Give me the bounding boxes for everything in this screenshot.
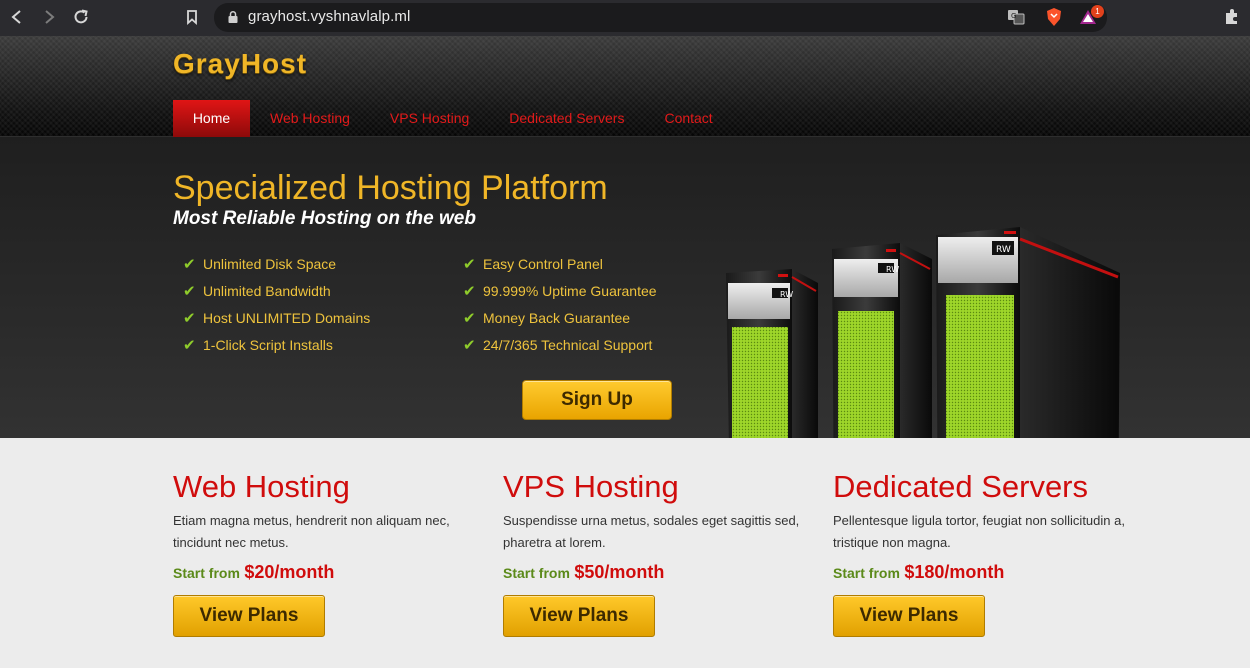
- feature-label: 99.999% Uptime Guarantee: [483, 282, 657, 299]
- feature-label: Money Back Guarantee: [483, 309, 631, 326]
- check-icon: ✔: [463, 309, 476, 327]
- feature-item: ✔ Unlimited Bandwidth: [173, 277, 370, 304]
- price-value: $180/month: [904, 562, 1005, 582]
- main-nav: Home Web Hosting VPS Hosting Dedicated S…: [173, 100, 733, 137]
- feature-label: Host UNLIMITED Domains: [203, 309, 371, 326]
- nav-item-home[interactable]: Home: [173, 100, 250, 137]
- check-icon: ✔: [183, 255, 196, 273]
- reload-icon[interactable]: [69, 6, 93, 28]
- rewards-badge: 1: [1091, 5, 1104, 18]
- plan-title: Web Hosting: [173, 469, 350, 504]
- feature-label: 1-Click Script Installs: [203, 336, 333, 353]
- price-value: $20/month: [244, 562, 335, 582]
- price-value: $50/month: [574, 562, 665, 582]
- check-icon: ✔: [463, 336, 476, 354]
- hero-banner: Specialized Hosting Platform Most Reliab…: [0, 137, 1250, 438]
- translate-icon[interactable]: G: [1006, 7, 1026, 27]
- view-plans-button[interactable]: View Plans: [503, 595, 655, 637]
- check-icon: ✔: [183, 309, 196, 327]
- plan-price: Start from $20/month: [173, 562, 334, 583]
- price-label: Start from: [833, 565, 900, 581]
- url-text: grayhost.vyshnavlalp.ml: [248, 8, 411, 25]
- server-badge: RW: [780, 290, 793, 299]
- plan-price: Start from $180/month: [833, 562, 1004, 583]
- feature-label: Easy Control Panel: [483, 255, 603, 272]
- feature-item: ✔ Host UNLIMITED Domains: [173, 304, 370, 331]
- feature-label: Unlimited Bandwidth: [203, 282, 331, 299]
- nav-item-vps-hosting[interactable]: VPS Hosting: [370, 100, 489, 137]
- feature-item: ✔ 99.999% Uptime Guarantee: [453, 277, 657, 304]
- hero-subtitle: Most Reliable Hosting on the web: [173, 208, 476, 229]
- browser-toolbar: grayhost.vyshnavlalp.ml G 1: [0, 0, 1250, 36]
- server-badge: RW: [996, 245, 1011, 255]
- bookmark-icon[interactable]: [180, 6, 204, 28]
- server-tower-left: [726, 269, 818, 438]
- server-tower-middle: [832, 243, 932, 438]
- price-label: Start from: [173, 565, 240, 581]
- nav-item-web-hosting[interactable]: Web Hosting: [250, 100, 370, 137]
- forward-icon[interactable]: [37, 6, 61, 28]
- back-icon[interactable]: [5, 6, 29, 28]
- plan-title: VPS Hosting: [503, 469, 679, 504]
- address-bar[interactable]: grayhost.vyshnavlalp.ml G 1: [214, 3, 1107, 32]
- feature-item: ✔ Easy Control Panel: [453, 250, 657, 277]
- plan-description: Pellentesque ligula tortor, feugiat non …: [833, 513, 1125, 550]
- feature-item: ✔ Money Back Guarantee: [453, 304, 657, 331]
- feature-list-left: ✔ Unlimited Disk Space ✔ Unlimited Bandwid…: [173, 250, 370, 358]
- server-badge: RW: [886, 265, 899, 274]
- feature-item: ✔ Unlimited Disk Space: [173, 250, 370, 277]
- view-plans-button[interactable]: View Plans: [833, 595, 985, 637]
- feature-label: Unlimited Disk Space: [203, 255, 337, 272]
- feature-label: 24/7/365 Technical Support: [483, 336, 653, 353]
- svg-text:G: G: [1011, 12, 1016, 20]
- site-logo[interactable]: GrayHost: [173, 48, 307, 80]
- feature-item: ✔ 24/7/365 Technical Support: [453, 331, 657, 358]
- check-icon: ✔: [463, 282, 476, 300]
- check-icon: ✔: [183, 336, 196, 354]
- plan-title: Dedicated Servers: [833, 469, 1089, 504]
- hero-title: Specialized Hosting Platform: [173, 169, 608, 207]
- price-label: Start from: [503, 565, 570, 581]
- plans-section: Web Hosting Etiam magna metus, hendrerit…: [0, 438, 1250, 668]
- view-plans-button[interactable]: View Plans: [173, 595, 325, 637]
- site-header: GrayHost Home Web Hosting VPS Hosting De…: [0, 36, 1250, 137]
- check-icon: ✔: [183, 282, 196, 300]
- lock-icon: [228, 10, 238, 23]
- extensions-icon[interactable]: [1222, 7, 1242, 27]
- plan-description: Etiam magna metus, hendrerit non aliquam…: [173, 513, 450, 550]
- signup-button[interactable]: Sign Up: [522, 380, 672, 420]
- plan-price: Start from $50/month: [503, 562, 664, 583]
- nav-item-contact[interactable]: Contact: [644, 100, 732, 137]
- nav-item-dedicated-servers[interactable]: Dedicated Servers: [489, 100, 644, 137]
- server-tower-right: [936, 227, 1120, 438]
- brave-shield-icon[interactable]: [1044, 7, 1064, 27]
- feature-item: ✔ 1-Click Script Installs: [173, 331, 370, 358]
- check-icon: ✔: [463, 255, 476, 273]
- server-towers-illustration: RW RW RW: [726, 227, 1120, 438]
- feature-list-right: ✔ Easy Control Panel ✔ 99.999% Uptime Guar…: [453, 250, 657, 358]
- plan-description: Suspendisse urna metus, sodales eget sag…: [503, 513, 800, 550]
